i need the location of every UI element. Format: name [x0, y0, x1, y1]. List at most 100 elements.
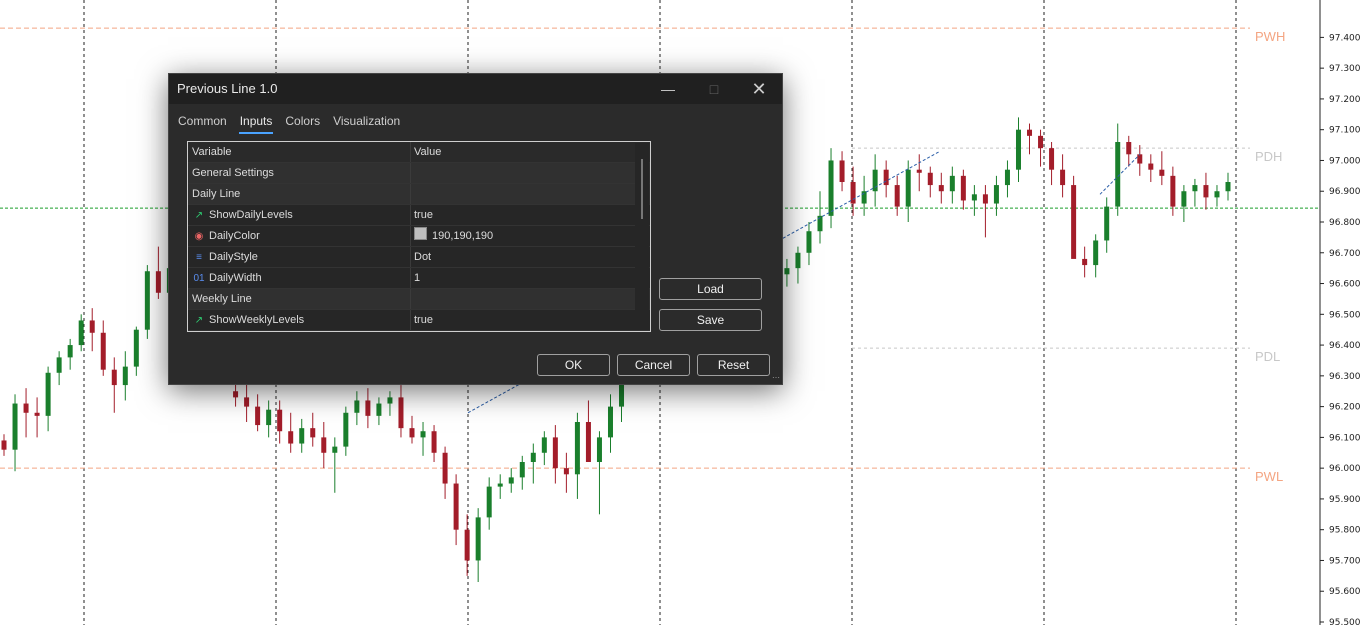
price-axis-label: 97.000: [1329, 156, 1361, 166]
candle-body: [67, 345, 73, 358]
dialog-tabs: Common Inputs Colors Visualization: [177, 112, 412, 134]
grid-row[interactable]: 01 DailyWidth 1: [188, 268, 650, 289]
grid-scrollbar[interactable]: [635, 143, 649, 330]
price-axis-label: 95.500: [1329, 618, 1361, 625]
price-axis-label: 96.800: [1329, 218, 1361, 228]
tab-colors[interactable]: Colors: [284, 113, 321, 132]
tab-visualization[interactable]: Visualization: [332, 113, 401, 132]
grid-row[interactable]: Weekly Line: [188, 289, 650, 310]
candle-body: [1225, 182, 1231, 192]
bool-icon: ↗: [194, 210, 204, 221]
candle-body: [431, 431, 437, 453]
candle-body: [1027, 129, 1033, 136]
candle-body: [982, 194, 988, 204]
candle-body: [122, 366, 128, 386]
candle-body: [365, 400, 371, 416]
grid-row[interactable]: Daily Line: [188, 184, 650, 205]
candle-body: [497, 483, 503, 487]
candle-body: [1015, 129, 1021, 170]
price-axis-label: 96.600: [1329, 280, 1361, 290]
variable-cell: Weekly Line: [192, 289, 407, 309]
cancel-button[interactable]: Cancel: [617, 354, 690, 376]
ok-button[interactable]: OK: [537, 354, 610, 376]
candle-body: [155, 271, 161, 293]
value-cell[interactable]: true: [410, 205, 636, 225]
price-axis-label: 96.700: [1329, 249, 1361, 259]
candle-body: [453, 483, 459, 530]
value-cell[interactable]: 1: [410, 268, 636, 288]
value-text: Dot: [414, 251, 432, 263]
candle-body: [420, 431, 426, 438]
load-button[interactable]: Load: [659, 278, 762, 300]
candle-body: [1060, 169, 1066, 186]
grid-row[interactable]: ◉ DailyColor 190,190,190: [188, 226, 650, 247]
candle-body: [1170, 175, 1176, 207]
candle-body: [519, 462, 525, 478]
price-axis-label: 96.500: [1329, 310, 1361, 320]
price-axis-label: 97.100: [1329, 126, 1361, 136]
pwl-label: PWL: [1255, 469, 1283, 484]
candle-body: [266, 409, 272, 426]
candle-body: [1049, 148, 1055, 170]
candle-body: [927, 172, 933, 186]
candle-body: [596, 437, 602, 462]
candle-body: [486, 486, 492, 518]
value-cell: [410, 184, 636, 204]
price-axis-label: 96.200: [1329, 403, 1361, 413]
candle-body: [1148, 163, 1154, 170]
value-cell[interactable]: Dot: [410, 247, 636, 267]
candle-body: [839, 160, 845, 182]
candle-body: [310, 428, 316, 438]
candle-body: [530, 452, 536, 462]
close-icon[interactable]: ✕: [736, 74, 782, 104]
candle-body: [387, 397, 393, 404]
candle-body: [354, 400, 360, 413]
candle-body: [619, 382, 625, 407]
dialog-titlebar[interactable]: Previous Line 1.0 — □ ✕: [169, 74, 782, 104]
value-cell[interactable]: true: [410, 310, 636, 330]
price-axis-label: 97.400: [1329, 33, 1361, 43]
minimize-icon[interactable]: —: [645, 74, 691, 104]
candle-body: [1192, 185, 1198, 192]
candle-body: [244, 397, 250, 407]
candle-body: [971, 194, 977, 201]
price-axis-label: 95.600: [1329, 587, 1361, 597]
scrollbar-thumb[interactable]: [641, 159, 643, 219]
tab-inputs[interactable]: Inputs: [238, 113, 274, 134]
candle-body: [343, 412, 349, 447]
candle-body: [255, 406, 261, 426]
candle-body: [89, 320, 95, 333]
grid-row[interactable]: ↗ ShowDailyLevels true: [188, 205, 650, 226]
value-cell[interactable]: 190,190,190: [410, 226, 636, 246]
candle-body: [1181, 191, 1187, 207]
value-cell: [410, 163, 636, 183]
tab-common[interactable]: Common: [177, 113, 228, 132]
maximize-icon[interactable]: □: [691, 74, 737, 104]
variable-name: DailyColor: [209, 230, 260, 242]
variable-name: General Settings: [192, 167, 274, 179]
candle-body: [541, 437, 547, 453]
candle-body: [1159, 169, 1165, 176]
candle-body: [828, 160, 834, 216]
variable-name: Daily Line: [192, 188, 241, 200]
save-button[interactable]: Save: [659, 309, 762, 331]
grid-row[interactable]: ≡ DailyStyle Dot: [188, 247, 650, 268]
reset-button[interactable]: Reset: [697, 354, 770, 376]
grid-row[interactable]: General Settings: [188, 163, 650, 184]
candle-body: [574, 422, 580, 475]
candle-body: [409, 428, 415, 438]
candle-body: [993, 185, 999, 204]
resize-grip-icon[interactable]: ⋯: [772, 373, 780, 382]
candle-body: [100, 332, 106, 370]
candle-body: [552, 437, 558, 469]
candle-body: [1104, 206, 1110, 241]
pdh-label: PDH: [1255, 149, 1282, 164]
value-cell: [410, 289, 636, 309]
grid-row[interactable]: ↗ ShowWeeklyLevels true: [188, 310, 650, 331]
candle-body: [905, 169, 911, 207]
candle-body: [464, 529, 470, 561]
candle-body: [321, 437, 327, 453]
variable-cell: ≡ DailyStyle: [192, 247, 407, 267]
variable-cell: ↗ ShowWeeklyLevels: [192, 310, 407, 330]
inputs-grid[interactable]: Variable Value General Settings Daily Lin…: [187, 141, 651, 332]
